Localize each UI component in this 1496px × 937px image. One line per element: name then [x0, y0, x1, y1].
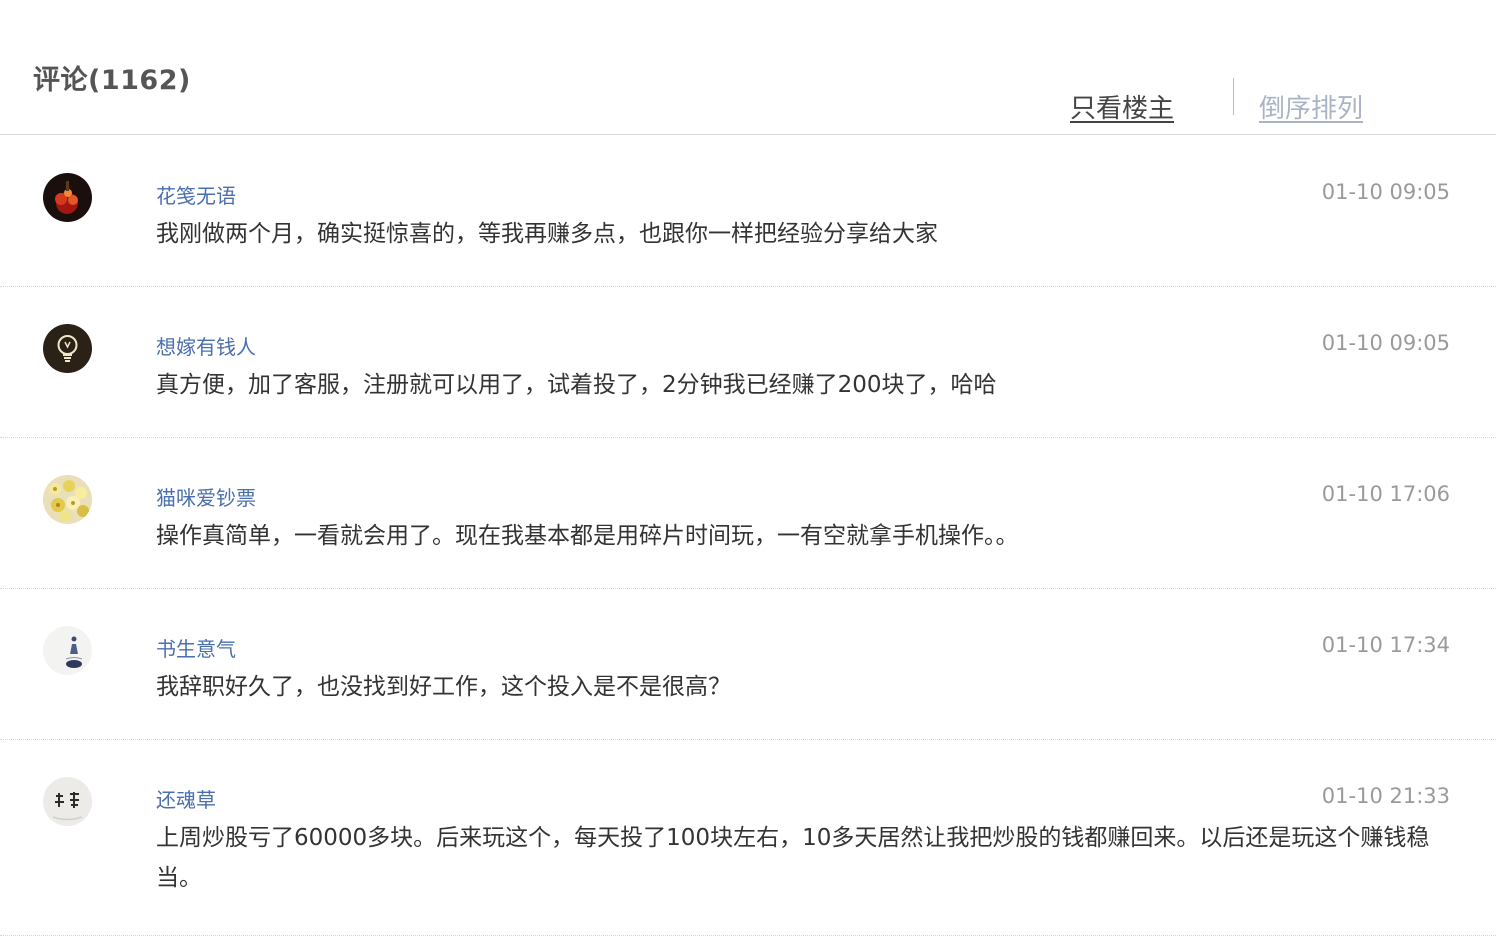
only-op-link[interactable]: 只看楼主: [1070, 88, 1174, 125]
comment-time: 01-10 17:34: [1321, 633, 1450, 657]
comment-text: 真方便，加了客服，注册就可以用了，试着投了，2分钟我已经赚了200块了，哈哈: [156, 372, 997, 398]
comment-author[interactable]: 想嫁有钱人: [156, 331, 256, 360]
comment-list: 花笺无语 01-10 09:05 我刚做两个月，确实挺惊喜的，等我再赚多点，也跟…: [0, 136, 1496, 936]
comment-time: 01-10 09:05: [1321, 180, 1450, 204]
comment-text: 操作真简单，一看就会用了。现在我基本都是用碎片时间玩，一有空就拿手机操作。。: [156, 523, 1019, 549]
comment-item: 花笺无语 01-10 09:05 我刚做两个月，确实挺惊喜的，等我再赚多点，也跟…: [0, 136, 1496, 287]
comment-time: 01-10 17:06: [1321, 482, 1450, 506]
comment-item: 还魂草 01-10 21:33 上周炒股亏了60000多块。后来玩这个，每天投了…: [0, 740, 1496, 936]
comment-text: 上周炒股亏了60000多块。后来玩这个，每天投了100块左右，10多天居然让我把…: [156, 825, 1430, 891]
lightbulb-avatar[interactable]: [43, 324, 92, 373]
comment-time: 01-10 21:33: [1321, 784, 1450, 808]
comment-item: 想嫁有钱人 01-10 09:05 真方便，加了客服，注册就可以用了，试着投了，…: [0, 287, 1496, 438]
comments-title: 评论 1162: [33, 58, 191, 97]
comments-header: 评论 1162 只看楼主 倒序排列: [0, 0, 1496, 135]
comment-author[interactable]: 花笺无语: [156, 180, 236, 209]
calligraphy-avatar[interactable]: [43, 777, 92, 826]
comment-author[interactable]: 还魂草: [156, 784, 216, 813]
yellow-flowers-avatar[interactable]: [43, 475, 92, 524]
comments-title-label: 评论: [33, 65, 88, 96]
comment-item: 猫咪爱钞票 01-10 17:06 操作真简单，一看就会用了。现在我基本都是用碎…: [0, 438, 1496, 589]
comment-author[interactable]: 书生意气: [156, 633, 236, 662]
comment-text: 我刚做两个月，确实挺惊喜的，等我再赚多点，也跟你一样把经验分享给大家: [156, 221, 938, 247]
comment-author[interactable]: 猫咪爱钞票: [156, 482, 256, 511]
header-divider: [1233, 78, 1234, 115]
comment-text: 我辞职好久了，也没找到好工作，这个投入是不是很高？: [156, 674, 731, 700]
dark-red-flower-avatar[interactable]: [43, 173, 92, 222]
reverse-sort-link[interactable]: 倒序排列: [1259, 88, 1363, 125]
comment-time: 01-10 09:05: [1321, 331, 1450, 355]
ink-figure-avatar[interactable]: [43, 626, 92, 675]
comments-count: 1162: [88, 65, 191, 96]
comment-item: 书生意气 01-10 17:34 我辞职好久了，也没找到好工作，这个投入是不是很…: [0, 589, 1496, 740]
